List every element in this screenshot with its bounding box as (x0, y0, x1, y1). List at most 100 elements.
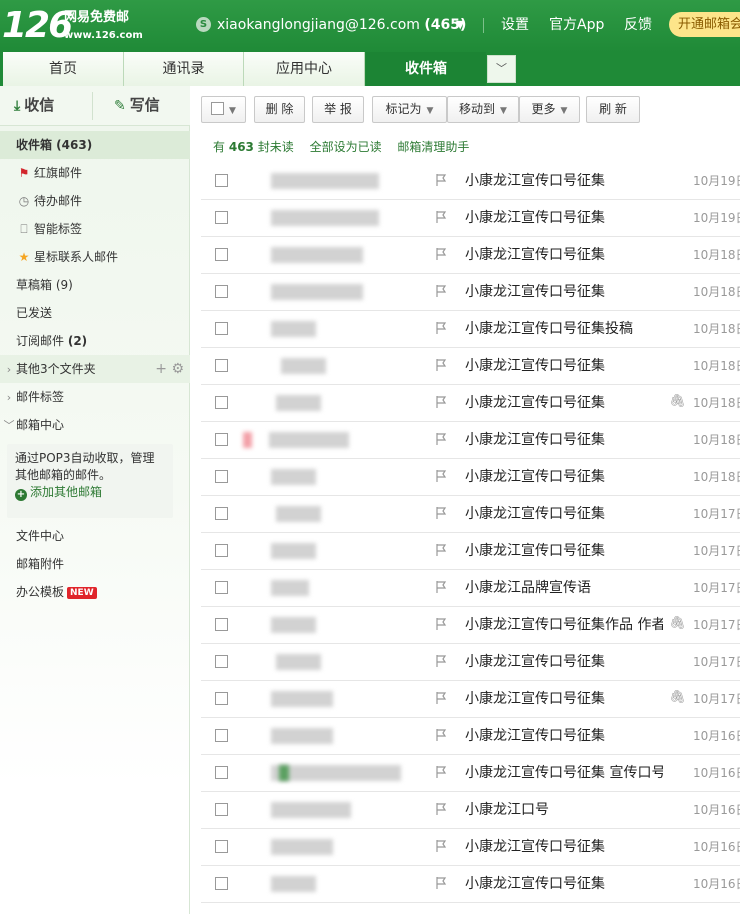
tab-home[interactable]: 首页 (3, 52, 124, 86)
flag-icon[interactable] (434, 394, 448, 410)
mail-subject[interactable]: 小康龙江宣传口号征集 (465, 163, 663, 200)
refresh-button[interactable]: 刷 新 (586, 96, 640, 123)
tab-app-center[interactable]: 应用中心 (244, 52, 365, 86)
report-button[interactable]: 举 报 (312, 96, 364, 123)
mail-row-checkbox[interactable] (215, 248, 228, 261)
unread-count[interactable]: 463 (229, 140, 254, 154)
flag-icon[interactable] (434, 653, 448, 669)
settings-link[interactable]: 设置 (501, 15, 529, 35)
move-to-dropdown[interactable]: 移动到 ▼ (447, 96, 519, 123)
open-vip-button[interactable]: 开通邮箱会员 (669, 12, 740, 37)
mail-subject[interactable]: 小康龙江宣传口号征集 (465, 681, 663, 718)
mail-row-checkbox[interactable] (215, 359, 228, 372)
mail-subject[interactable]: 小康龙江宣传口号征集 宣传口号 (465, 755, 663, 792)
mail-row-checkbox[interactable] (215, 766, 228, 779)
mail-row-checkbox[interactable] (215, 877, 228, 890)
sidebar-item-drafts[interactable]: 草稿箱 (9) (0, 271, 190, 299)
compose-button[interactable]: ✎ 写信 (114, 86, 160, 126)
mark-as-dropdown[interactable]: 标记为 ▼ (372, 96, 447, 123)
flag-icon[interactable] (434, 320, 448, 336)
sidebar-item-mail-tags[interactable]: › 邮件标签 (0, 383, 190, 411)
mail-row-checkbox[interactable] (215, 803, 228, 816)
more-dropdown[interactable]: 更多 ▼ (519, 96, 580, 123)
mail-row[interactable]: 小康龙江宣传口号征集 10月17日 (201, 496, 740, 533)
flag-icon[interactable] (434, 431, 448, 447)
mail-row[interactable]: 小康龙江宣传口号征集 10月19日 (201, 200, 740, 237)
mail-subject[interactable]: 小康龙江宣传口号征集作品 作者 (465, 607, 663, 644)
mail-row[interactable]: 小康龙江宣传口号征集投稿 10月18日 (201, 311, 740, 348)
mail-row-checkbox[interactable] (215, 211, 228, 224)
mail-row[interactable]: 小康龙江宣传口号征集 10月16日 (201, 718, 740, 755)
add-mailbox-link[interactable]: + 添加其他邮箱 (15, 484, 165, 501)
flag-icon[interactable] (434, 542, 448, 558)
sidebar-item-attachments[interactable]: 邮箱附件 (0, 550, 190, 578)
mail-row-checkbox[interactable] (215, 285, 228, 298)
mail-row[interactable]: 小康龙江品牌宣传语 10月17日 (201, 570, 740, 607)
mail-row-checkbox[interactable] (215, 655, 228, 668)
sidebar-item-mailbox-center[interactable]: ﹀ 邮箱中心 (0, 411, 190, 439)
mail-row[interactable]: 小康龙江口号 10月16日 (201, 792, 740, 829)
sidebar-item-other-folders[interactable]: › 其他3个文件夹 + ⚙ (0, 355, 190, 383)
delete-button[interactable]: 删 除 (254, 96, 305, 123)
tab-contacts[interactable]: 通讯录 (124, 52, 244, 86)
mail-subject[interactable]: 小康龙江宣传口号征集 (465, 200, 663, 237)
flag-icon[interactable] (434, 764, 448, 780)
tab-more-chevron-icon[interactable]: ﹀ (487, 55, 516, 83)
mail-row-checkbox[interactable] (215, 840, 228, 853)
flag-icon[interactable] (434, 838, 448, 854)
mail-row[interactable]: 小康龙江宣传口号征集 10月17日 (201, 644, 740, 681)
sidebar-item-subscriptions[interactable]: 订阅邮件 (2) (0, 327, 190, 355)
mail-row[interactable]: 小康龙江宣传口号征集 宣传口号 10月16日 (201, 755, 740, 792)
flag-icon[interactable] (434, 468, 448, 484)
mail-subject[interactable]: 小康龙江宣传口号征集 (465, 829, 663, 866)
flag-icon[interactable] (434, 283, 448, 299)
mark-all-read-link[interactable]: 全部设为已读 (310, 140, 382, 154)
mail-subject[interactable]: 小康龙江宣传口号征集 (465, 422, 663, 459)
mail-row[interactable]: 小康龙江宣传口号征集 10月19日 (201, 163, 740, 200)
mail-subject[interactable]: 小康龙江宣传口号征集 (465, 496, 663, 533)
mail-subject[interactable]: 小康龙江宣传口号征集 (465, 644, 663, 681)
mail-row-checkbox[interactable] (215, 470, 228, 483)
sidebar-item-sent[interactable]: 已发送 (0, 299, 190, 327)
flag-icon[interactable] (434, 801, 448, 817)
chevron-down-icon[interactable]: ▼ (456, 15, 464, 35)
mail-subject[interactable]: 小康龙江品牌宣传语 (465, 570, 663, 607)
mail-row[interactable]: 小康龙江宣传口号征集 10月18日 (201, 274, 740, 311)
mail-subject[interactable]: 小康龙江宣传口号征集 (465, 718, 663, 755)
receive-button[interactable]: ⤓ 收信 (14, 86, 54, 126)
mail-subject[interactable]: 小康龙江宣传口号征集 (465, 533, 663, 570)
sidebar-item-starred-contacts[interactable]: ★ 星标联系人邮件 (0, 243, 190, 271)
mail-subject[interactable]: 小康龙江口号 (465, 792, 663, 829)
flag-icon[interactable] (434, 727, 448, 743)
sidebar-item-inbox[interactable]: 收件箱 (463) (0, 131, 190, 159)
select-all-checkbox[interactable] (211, 102, 225, 115)
mail-subject[interactable]: 小康龙江宣传口号征集 (465, 237, 663, 274)
sidebar-item-todo[interactable]: ◷ 待办邮件 (0, 187, 190, 215)
mail-row[interactable]: 小康龙江宣传口号征集 10月16日 (201, 866, 740, 903)
mail-row-checkbox[interactable] (215, 433, 228, 446)
flag-icon[interactable] (434, 579, 448, 595)
flag-icon[interactable] (434, 690, 448, 706)
mail-row-checkbox[interactable] (215, 322, 228, 335)
mail-row[interactable]: 小康龙江宣传口号征集 10月16日 (201, 829, 740, 866)
mail-row-checkbox[interactable] (215, 544, 228, 557)
mail-row-checkbox[interactable] (215, 729, 228, 742)
mail-subject[interactable]: 小康龙江宣传口号征集 (465, 274, 663, 311)
official-app-link[interactable]: 官方App (549, 15, 604, 35)
logo[interactable]: 126 (2, 6, 73, 46)
account-name[interactable]: xiaokanglongjiang@126.com (465) (217, 15, 466, 35)
mail-row[interactable]: 小康龙江宣传口号征集 10月18日 (201, 422, 740, 459)
sidebar-item-smart-tags[interactable]: ⎕ 智能标签 (0, 215, 190, 243)
sidebar-item-red-flag[interactable]: ⚑ 红旗邮件 (0, 159, 190, 187)
mail-subject[interactable]: 小康龙江宣传口号征集 (465, 866, 663, 903)
flag-icon[interactable] (434, 172, 448, 188)
mailbox-cleanup-link[interactable]: 邮箱清理助手 (397, 140, 469, 154)
select-all-dropdown[interactable]: ▼ (201, 96, 246, 123)
mail-row[interactable]: 小康龙江宣传口号征集 10月18日 (201, 237, 740, 274)
sidebar-item-file-center[interactable]: 文件中心 (0, 522, 190, 550)
flag-icon[interactable] (434, 875, 448, 891)
mail-subject[interactable]: 小康龙江宣传口号征集 (465, 385, 663, 422)
flag-icon[interactable] (434, 209, 448, 225)
mail-row-checkbox[interactable] (215, 174, 228, 187)
sidebar-item-office-templates[interactable]: 办公模板 NEW (0, 578, 190, 606)
